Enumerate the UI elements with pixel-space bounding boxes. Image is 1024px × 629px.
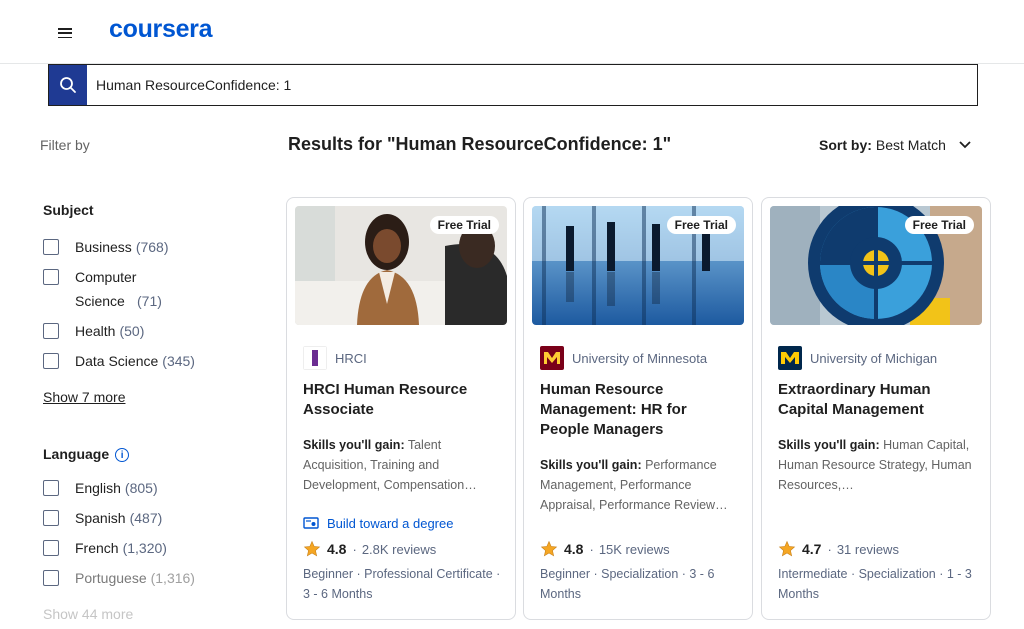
course-title[interactable]: Extraordinary Human Capital Management: [778, 380, 978, 420]
sort-label: Sort by:: [819, 137, 872, 153]
hamburger-menu-button[interactable]: [50, 22, 80, 44]
search-bar: [48, 64, 978, 106]
filter-option-label: Computer Science: [75, 269, 137, 309]
language-filter-title: Language i: [43, 446, 130, 463]
checkbox[interactable]: [43, 540, 59, 556]
filter-option-label: English: [75, 480, 121, 496]
course-meta: Beginner · Specialization · 3 - 6 Months: [540, 567, 715, 601]
search-button[interactable]: [49, 65, 87, 105]
course-title[interactable]: HRCI Human Resource Associate: [303, 380, 503, 420]
filter-option-spanish[interactable]: Spanish (487): [43, 509, 162, 530]
language-filter-label: Language: [43, 446, 110, 462]
review-count: 15K reviews: [598, 541, 670, 557]
university-of-michigan-logo: [778, 346, 802, 370]
filter-option-count: (487): [129, 510, 163, 526]
skills-label: Skills you'll gain:: [303, 438, 405, 452]
course-title[interactable]: Human Resource Management: HR for People…: [540, 380, 740, 440]
checkbox[interactable]: [43, 353, 59, 369]
filter-option-label: Data Science: [75, 353, 159, 369]
chevron-down-icon: [959, 141, 971, 149]
free-trial-badge: Free Trial: [666, 216, 736, 234]
filter-option-count: (71): [137, 293, 162, 309]
checkbox[interactable]: [43, 323, 59, 339]
info-icon[interactable]: i: [115, 448, 130, 463]
filter-option-count: (50): [119, 323, 145, 339]
build-toward-degree-link[interactable]: Build toward a degree: [303, 516, 453, 531]
rating-score: 4.8: [327, 541, 347, 557]
skills-text: Skills you'll gain: Performance Manageme…: [540, 455, 740, 515]
rating-score: 4.7: [802, 541, 822, 557]
course-card[interactable]: Free Trial HRCI HRCI Human Resource Asso…: [286, 197, 516, 620]
checkbox[interactable]: [43, 480, 59, 496]
partner-name: University of Minnesota: [572, 350, 708, 366]
coursera-logo[interactable]: coursera: [109, 15, 213, 44]
rating-row: 4.8 · 15K reviews: [540, 540, 670, 558]
checkbox[interactable]: [43, 510, 59, 526]
star-icon: [303, 540, 321, 557]
skills-label: Skills you'll gain:: [540, 458, 642, 472]
filter-option-count: (1,320): [122, 540, 167, 556]
course-card[interactable]: Free Trial University of Michigan Extrao…: [761, 197, 991, 620]
review-count: 2.8K reviews: [361, 541, 437, 557]
language-show-more-link[interactable]: Show 44 more: [43, 606, 133, 622]
search-input[interactable]: [96, 77, 956, 93]
course-thumbnail: Free Trial: [532, 206, 744, 325]
course-thumbnail: Free Trial: [295, 206, 507, 325]
free-trial-badge: Free Trial: [904, 216, 974, 234]
filter-option-business[interactable]: Business (768): [43, 238, 169, 259]
checkbox[interactable]: [43, 269, 59, 285]
filter-option-health[interactable]: Health (50): [43, 322, 144, 343]
partner-row: University of Minnesota: [540, 346, 707, 370]
filter-option-portuguese[interactable]: Portuguese (1,316): [43, 569, 195, 590]
hrci-logo: [303, 346, 327, 370]
hamburger-icon: [58, 28, 72, 38]
free-trial-badge: Free Trial: [429, 216, 499, 234]
filter-option-data-science[interactable]: Data Science (345): [43, 352, 195, 373]
filter-by-label: Filter by: [40, 137, 90, 153]
filter-option-count: (1,316): [150, 570, 195, 586]
filter-option-french[interactable]: French (1,320): [43, 539, 167, 560]
skills-text: Skills you'll gain: Talent Acquisition, …: [303, 435, 503, 495]
course-card[interactable]: Free Trial University of Minnesota Human…: [523, 197, 753, 620]
top-header: coursera: [0, 0, 1024, 64]
filter-option-count: (805): [124, 480, 158, 496]
filter-option-label: Health: [75, 323, 116, 339]
filter-option-label: Spanish: [75, 510, 126, 526]
rating-row: 4.7 · 31 reviews: [778, 540, 899, 558]
subject-show-more-link[interactable]: Show 7 more: [43, 389, 125, 405]
filter-option-computer-science[interactable]: Computer Science (71): [43, 268, 162, 313]
degree-icon: [303, 516, 319, 529]
course-meta: Beginner · Professional Certificate · 3 …: [303, 567, 501, 601]
star-icon: [540, 540, 558, 557]
course-thumbnail: Free Trial: [770, 206, 982, 325]
filter-option-english[interactable]: English (805): [43, 479, 158, 500]
degree-link-label: Build toward a degree: [327, 516, 454, 531]
review-count: 31 reviews: [836, 541, 899, 557]
course-meta: Intermediate · Specialization · 1 - 3 Mo…: [778, 567, 972, 601]
skills-text: Skills you'll gain: Human Capital, Human…: [778, 435, 978, 495]
partner-row: University of Michigan: [778, 346, 937, 370]
university-of-minnesota-logo: [540, 346, 564, 370]
partner-name: University of Michigan: [810, 350, 938, 366]
partner-row: HRCI: [303, 346, 367, 370]
partner-name: HRCI: [335, 350, 367, 366]
sort-dropdown[interactable]: Sort by: Best Match: [810, 121, 985, 169]
filter-option-label: Portuguese: [75, 570, 147, 586]
filter-option-label: French: [75, 540, 119, 556]
sort-value: Best Match: [875, 137, 946, 153]
skills-label: Skills you'll gain:: [778, 438, 880, 452]
results-title: Results for "Human ResourceConfidence: 1…: [288, 134, 672, 154]
search-icon: [60, 77, 76, 93]
filter-option-count: (768): [135, 239, 169, 255]
rating-row: 4.8 · 2.8K reviews: [303, 540, 436, 558]
star-icon: [778, 540, 796, 557]
filter-option-count: (345): [162, 353, 195, 369]
checkbox[interactable]: [43, 239, 59, 255]
filter-option-label: Business: [75, 239, 132, 255]
subject-filter-title: Subject: [43, 202, 94, 218]
rating-score: 4.8: [564, 541, 584, 557]
checkbox[interactable]: [43, 570, 59, 586]
